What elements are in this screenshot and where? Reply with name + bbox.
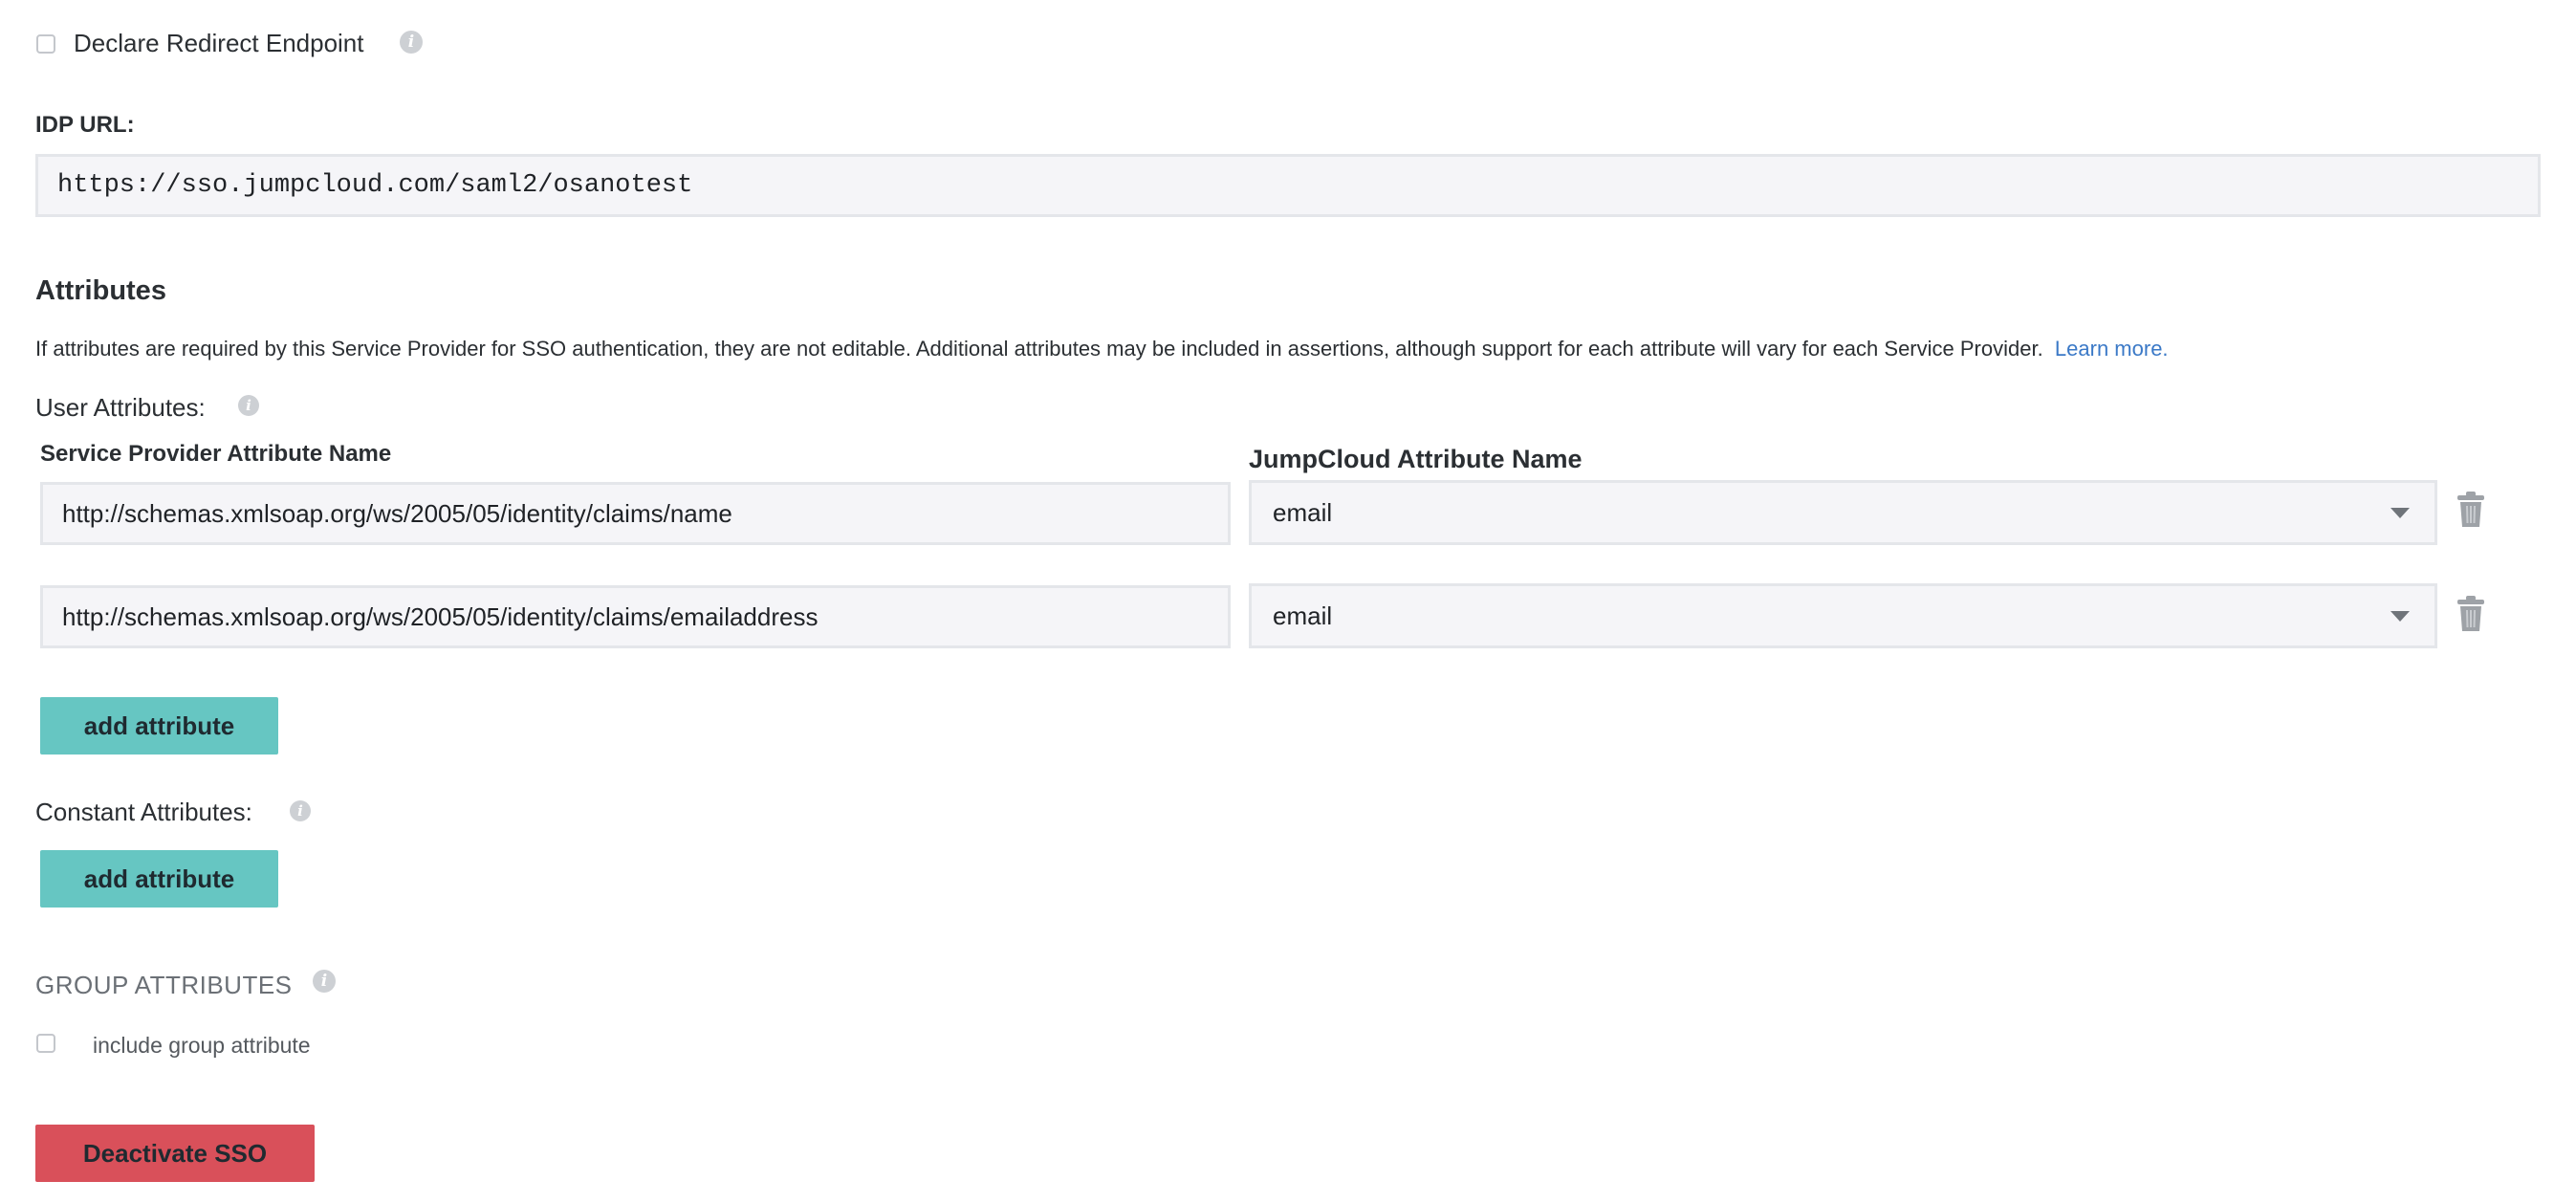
chevron-down-icon — [2390, 611, 2410, 622]
idp-url-label: IDP URL: — [35, 112, 135, 138]
declare-redirect-checkbox[interactable] — [36, 34, 55, 54]
info-icon[interactable]: i — [238, 395, 259, 416]
attributes-heading: Attributes — [35, 275, 166, 306]
info-icon[interactable]: i — [400, 31, 423, 54]
include-group-attribute-checkbox[interactable] — [36, 1034, 55, 1053]
sp-attribute-name-input[interactable]: http://schemas.xmlsoap.org/ws/2005/05/id… — [40, 482, 1231, 545]
jc-attribute-select[interactable]: email — [1249, 480, 2437, 545]
idp-url-field[interactable]: https://sso.jumpcloud.com/saml2/osanotes… — [35, 154, 2541, 217]
trash-icon[interactable] — [2456, 491, 2485, 534]
attributes-description: If attributes are required by this Servi… — [35, 337, 2169, 361]
jc-attribute-selected-value: email — [1273, 601, 1333, 630]
add-user-attribute-button[interactable]: add attribute — [40, 697, 278, 755]
chevron-down-icon — [2390, 508, 2410, 518]
jc-attribute-select[interactable]: email — [1249, 583, 2437, 648]
include-group-attribute-label: include group attribute — [93, 1033, 311, 1058]
column-header-sp-name: Service Provider Attribute Name — [40, 441, 392, 467]
info-icon[interactable]: i — [313, 970, 336, 993]
trash-icon[interactable] — [2456, 595, 2485, 638]
declare-redirect-label: Declare Redirect Endpoint — [74, 29, 364, 57]
constant-attributes-label: Constant Attributes: — [35, 798, 252, 826]
group-attributes-heading: GROUP ATTRIBUTES — [35, 971, 293, 999]
add-constant-attribute-button[interactable]: add attribute — [40, 850, 278, 908]
attributes-description-text: If attributes are required by this Servi… — [35, 337, 2043, 361]
user-attributes-label: User Attributes: — [35, 393, 206, 422]
learn-more-link[interactable]: Learn more. — [2055, 337, 2169, 361]
jc-attribute-selected-value: email — [1273, 497, 1333, 527]
column-header-jc-name: JumpCloud Attribute Name — [1249, 445, 1583, 473]
sp-attribute-name-input[interactable]: http://schemas.xmlsoap.org/ws/2005/05/id… — [40, 585, 1231, 648]
deactivate-sso-button[interactable]: Deactivate SSO — [35, 1125, 315, 1182]
info-icon[interactable]: i — [290, 800, 311, 821]
